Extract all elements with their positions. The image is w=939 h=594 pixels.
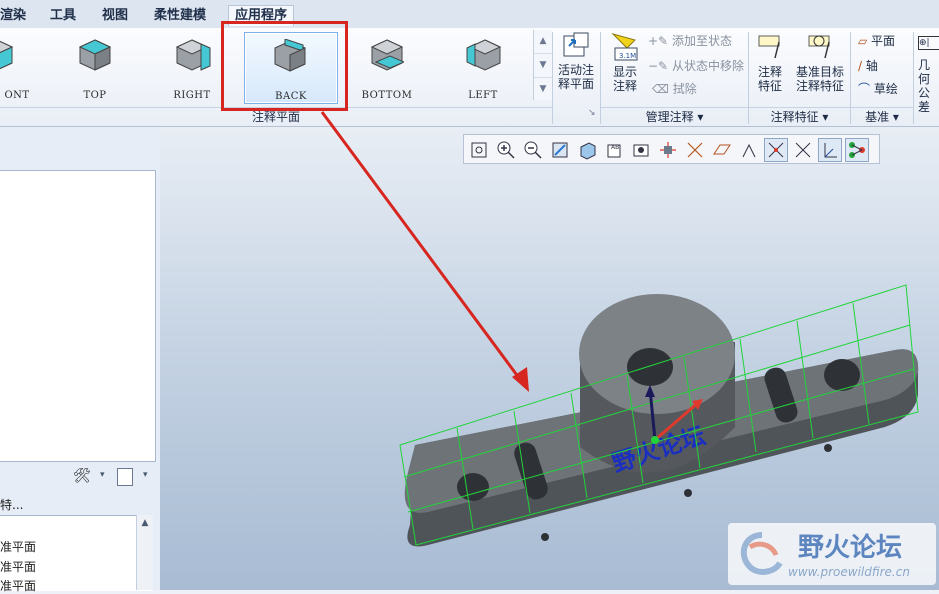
watermark: 野火论坛 www.proewildfire.cn: [728, 523, 936, 585]
watermark-url: www.proewildfire.cn: [788, 565, 910, 579]
watermark-logo-icon: [740, 532, 783, 575]
watermark-title: 野火论坛: [798, 533, 903, 563]
highlight-arrow: [320, 111, 529, 392]
